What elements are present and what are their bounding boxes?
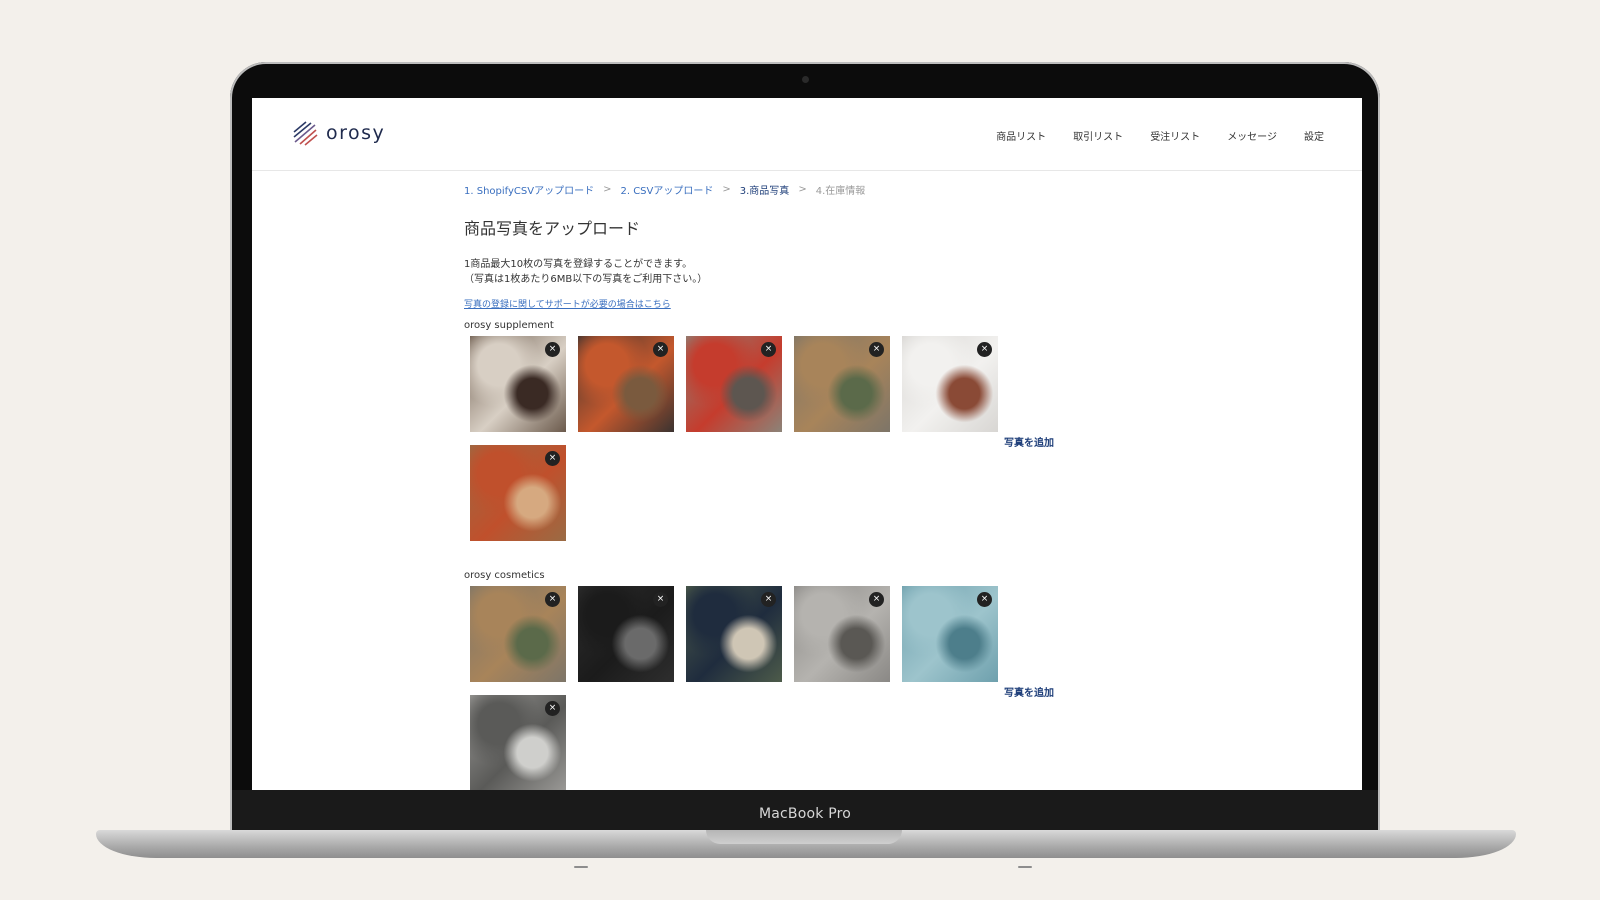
product-group-title: orosy supplement [464,320,554,331]
remove-photo-icon[interactable]: × [545,701,560,716]
product-photo[interactable]: × [686,586,782,682]
breadcrumb-step-3[interactable]: 3.商品写真 [740,182,790,197]
remove-photo-icon[interactable]: × [653,592,668,607]
breadcrumb-separator: > [798,184,807,195]
add-photo-button[interactable]: 写真を追加 [1004,684,1054,699]
remove-photo-icon[interactable]: × [653,342,668,357]
remove-photo-icon[interactable]: × [977,592,992,607]
device-label: MacBook Pro [758,806,852,822]
remove-photo-icon[interactable]: × [761,592,776,607]
remove-photo-icon[interactable]: × [545,451,560,466]
breadcrumb: 1. ShopifyCSVアップロード > 2. CSVアップロード > 3.商… [464,182,1164,197]
description-line: （写真は1枚あたり6MB以下の写真をご利用下さい。） [464,274,708,285]
breadcrumb-step-4: 4.在庫情報 [815,186,866,197]
laptop-mockup: MacBook Pro orosy 商品リスト 取引リスト 受注リスト メッセー… [0,0,1600,900]
breadcrumb-step-1[interactable]: 1. ShopifyCSVアップロード [464,182,594,197]
remove-photo-icon[interactable]: × [545,342,560,357]
product-photo[interactable]: × [578,336,674,432]
logo-text: orosy [326,122,386,144]
product-photo[interactable]: × [794,586,890,682]
upload-description: 1商品最大10枚の写真を登録することができます。 （写真は1枚あたり6MB以下の… [464,257,1164,287]
logo-icon [293,121,318,146]
nav-item-products[interactable]: 商品リスト [996,128,1046,143]
product-photo[interactable]: × [902,586,998,682]
add-photo-button[interactable]: 写真を追加 [1004,434,1054,449]
app-header: orosy 商品リスト 取引リスト 受注リスト メッセージ 設定 [252,98,1362,171]
vent [574,866,588,868]
remove-photo-icon[interactable]: × [869,342,884,357]
product-photo[interactable]: × [794,336,890,432]
page-title: 商品写真をアップロード [464,219,641,238]
vent [1018,866,1032,868]
remove-photo-icon[interactable]: × [761,342,776,357]
main-content: 1. ShopifyCSVアップロード > 2. CSVアップロード > 3.商… [464,182,1164,311]
breadcrumb-separator: > [603,184,612,195]
product-group-title: orosy cosmetics [464,570,545,581]
product-photo[interactable]: × [902,336,998,432]
breadcrumb-step-2[interactable]: 2. CSVアップロード [620,182,713,197]
laptop-notch [706,830,902,844]
product-photo[interactable]: × [470,445,566,541]
description-line: 1商品最大10枚の写真を登録することができます。 [464,259,693,270]
nav-item-transactions[interactable]: 取引リスト [1073,128,1123,143]
nav-item-messages[interactable]: メッセージ [1227,128,1277,143]
app-screen: orosy 商品リスト 取引リスト 受注リスト メッセージ 設定 1. Shop… [252,98,1362,790]
product-photo[interactable]: × [578,586,674,682]
product-group-cosmetics: orosy cosmetics × × × × × × [464,570,1010,790]
main-nav: 商品リスト 取引リスト 受注リスト メッセージ 設定 [996,128,1324,143]
product-photo[interactable]: × [470,695,566,790]
nav-item-settings[interactable]: 設定 [1304,128,1324,143]
logo[interactable]: orosy [292,120,385,146]
remove-photo-icon[interactable]: × [977,342,992,357]
product-photo[interactable]: × [470,586,566,682]
camera [802,76,809,83]
remove-photo-icon[interactable]: × [869,592,884,607]
nav-item-orders[interactable]: 受注リスト [1150,128,1200,143]
product-photo[interactable]: × [686,336,782,432]
product-group-supplement: orosy supplement × × × × × × [464,320,1010,541]
breadcrumb-separator: > [722,184,731,195]
support-link[interactable]: 写真の登録に関してサポートが必要の場合はこちら [464,297,671,310]
product-photo[interactable]: × [470,336,566,432]
remove-photo-icon[interactable]: × [545,592,560,607]
